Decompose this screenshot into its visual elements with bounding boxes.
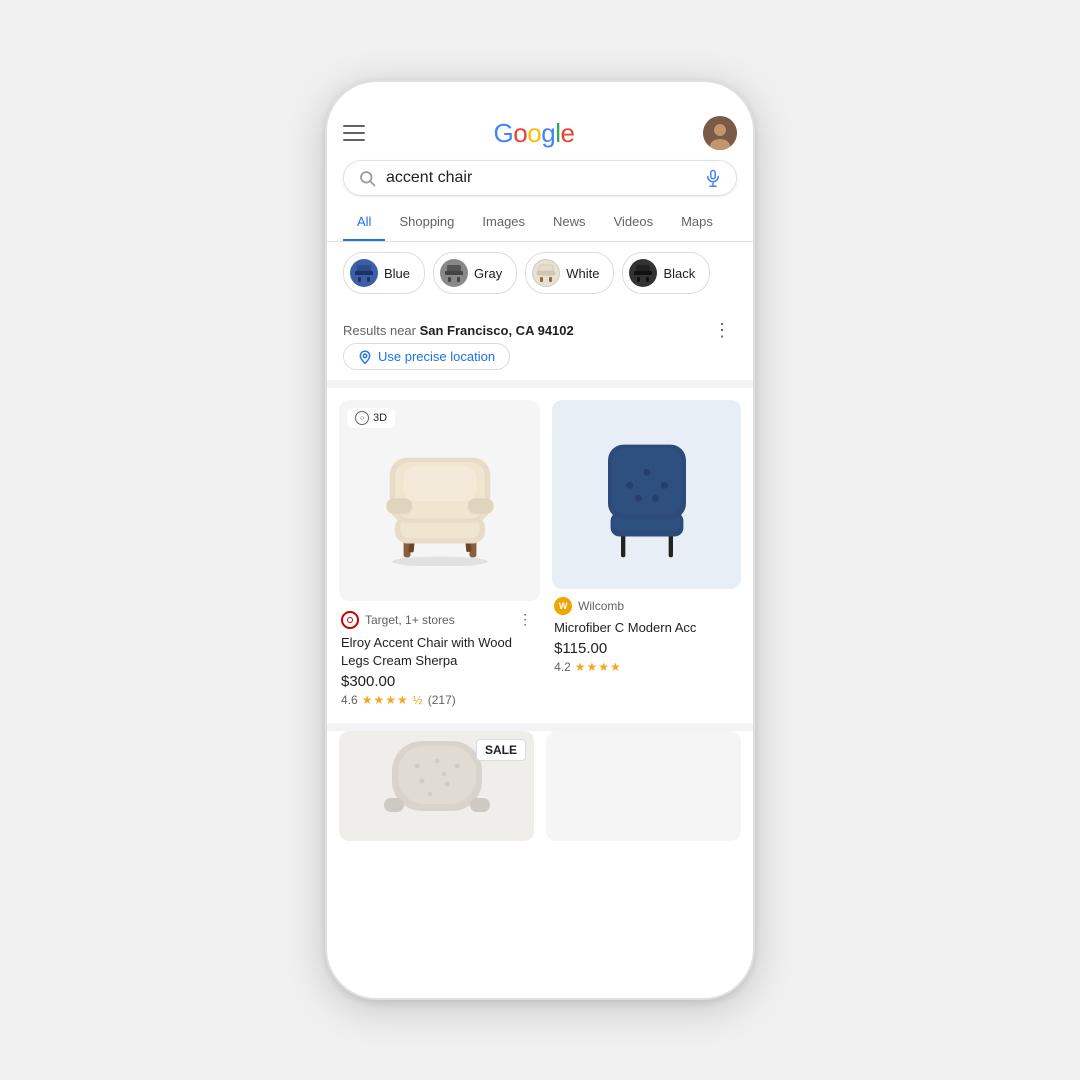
section-divider bbox=[327, 380, 753, 388]
product-title-1: Elroy Accent Chair with Wood Legs Cream … bbox=[341, 634, 538, 670]
tab-videos[interactable]: Videos bbox=[600, 204, 668, 242]
product-image-2 bbox=[552, 400, 741, 589]
store-row-1: Target, 1+ stores ⋮ bbox=[341, 609, 538, 630]
stars-row-2: 4.2 ★★★★ bbox=[554, 660, 739, 674]
filter-chips: Blue Gray bbox=[327, 242, 753, 304]
white-chip-label: White bbox=[566, 266, 599, 281]
products-row-1: ○ 3D bbox=[339, 400, 741, 711]
rating-1: 4.6 bbox=[341, 693, 358, 707]
location-prefix: Results near San Francisco, CA 94102 bbox=[343, 323, 574, 338]
target-dot bbox=[347, 617, 353, 623]
product-card-3[interactable]: SALE bbox=[339, 731, 534, 841]
status-bar bbox=[327, 82, 753, 110]
tab-shopping[interactable]: Shopping bbox=[385, 204, 468, 242]
target-logo bbox=[341, 611, 359, 629]
products-section-2: SALE bbox=[327, 731, 753, 853]
black-chair-icon bbox=[629, 259, 657, 287]
main-content: Results near San Francisco, CA 94102 ⋮ U… bbox=[327, 304, 753, 998]
location-section: Results near San Francisco, CA 94102 ⋮ U… bbox=[327, 304, 753, 380]
product-image-1: ○ 3D bbox=[339, 400, 540, 601]
black-chip-label: Black bbox=[663, 266, 695, 281]
microphone-icon[interactable] bbox=[704, 169, 722, 187]
rating-2: 4.2 bbox=[554, 660, 571, 674]
review-count-1: (217) bbox=[428, 693, 456, 707]
google-logo: Google bbox=[494, 118, 575, 149]
chair-cream-svg bbox=[370, 436, 510, 566]
products-row-2: SALE bbox=[339, 731, 741, 841]
stars-2: ★★★★ bbox=[575, 660, 622, 674]
filter-chip-black[interactable]: Black bbox=[622, 252, 710, 294]
section-divider-2 bbox=[327, 723, 753, 731]
product-card-1[interactable]: ○ 3D bbox=[339, 400, 540, 711]
product-card-4 bbox=[546, 731, 741, 841]
location-pin-icon bbox=[358, 350, 372, 364]
sale-badge-label: SALE bbox=[485, 743, 517, 757]
stars-1: ★★★★ bbox=[362, 693, 409, 707]
more-options-icon[interactable]: ⋮ bbox=[707, 318, 737, 343]
badge-3d: ○ 3D bbox=[347, 408, 395, 428]
store-name-2: Wilcomb bbox=[578, 599, 624, 613]
search-query: accent chair bbox=[386, 169, 694, 187]
stars-row-1: 4.6 ★★★★ ½ (217) bbox=[341, 693, 538, 707]
ar-icon: ○ bbox=[355, 411, 369, 425]
search-icon bbox=[358, 169, 376, 187]
precise-location-label: Use precise location bbox=[378, 349, 495, 364]
blue-chip-label: Blue bbox=[384, 266, 410, 281]
phone-frame: Google accent chair A bbox=[325, 80, 755, 1000]
badge-3d-label: 3D bbox=[373, 412, 387, 424]
products-section: ○ 3D bbox=[327, 388, 753, 723]
product-title-2: Microfiber C Modern Acc bbox=[554, 619, 739, 637]
product-price-2: $115.00 bbox=[554, 640, 739, 657]
product-meta-2: W Wilcomb Microfiber C Modern Acc $115.0… bbox=[552, 589, 741, 678]
tab-images[interactable]: Images bbox=[468, 204, 539, 242]
tab-maps[interactable]: Maps bbox=[667, 204, 727, 242]
location-name: San Francisco, CA 94102 bbox=[420, 323, 574, 338]
product-card-2[interactable]: W Wilcomb Microfiber C Modern Acc $115.0… bbox=[552, 400, 741, 711]
store-name-1: Target, 1+ stores bbox=[365, 613, 455, 627]
store-row-2: W Wilcomb bbox=[554, 597, 739, 615]
tab-news[interactable]: News bbox=[539, 204, 600, 242]
search-bar[interactable]: accent chair bbox=[343, 160, 737, 196]
filter-chip-blue[interactable]: Blue bbox=[343, 252, 425, 294]
product-image-3: SALE bbox=[339, 731, 534, 841]
nav-tabs: All Shopping Images News Videos Maps bbox=[327, 204, 753, 242]
half-star-1: ½ bbox=[413, 693, 424, 707]
tab-all[interactable]: All bbox=[343, 204, 385, 242]
sale-badge: SALE bbox=[476, 739, 526, 761]
product-meta-1: Target, 1+ stores ⋮ Elroy Accent Chair w… bbox=[339, 601, 540, 711]
avatar[interactable] bbox=[703, 116, 737, 150]
product-options-1[interactable]: ⋮ bbox=[512, 609, 538, 630]
gray-chip-label: Gray bbox=[474, 266, 502, 281]
menu-icon[interactable] bbox=[343, 125, 365, 141]
header: Google bbox=[327, 110, 753, 150]
gray-chair-icon bbox=[440, 259, 468, 287]
store-info-1: Target, 1+ stores bbox=[341, 611, 455, 629]
store-info-2: W Wilcomb bbox=[554, 597, 624, 615]
wilcomb-logo: W bbox=[554, 597, 572, 615]
blue-chair-icon bbox=[350, 259, 378, 287]
product-price-1: $300.00 bbox=[341, 673, 538, 690]
search-bar-container: accent chair bbox=[327, 150, 753, 204]
filter-chip-white[interactable]: White bbox=[525, 252, 614, 294]
filter-chip-gray[interactable]: Gray bbox=[433, 252, 517, 294]
precise-location-button[interactable]: Use precise location bbox=[343, 343, 510, 370]
white-chair-icon bbox=[532, 259, 560, 287]
chair-navy-svg bbox=[587, 429, 707, 559]
